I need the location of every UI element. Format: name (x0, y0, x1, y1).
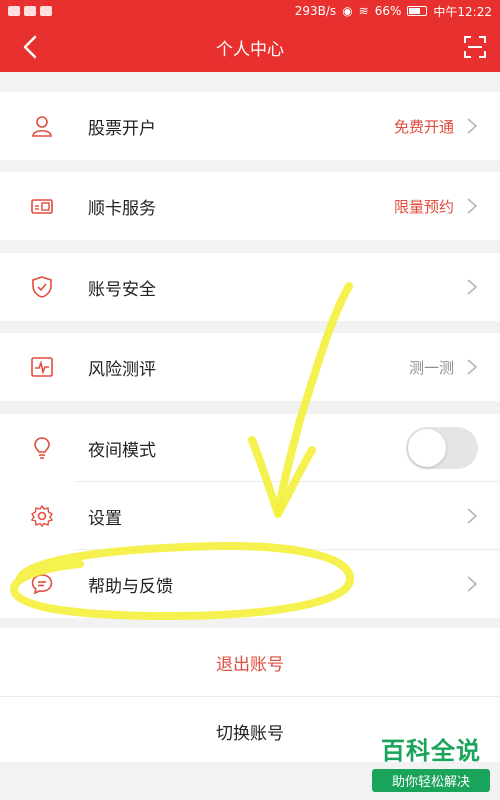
watermark-logo: 百科全说 助你轻松解决 (372, 737, 490, 792)
status-notifications (8, 6, 52, 16)
chevron-right-icon (467, 359, 478, 375)
menu-value: 限量预约 (393, 197, 454, 216)
menu-item-night-mode: 夜间模式 (0, 414, 500, 482)
user-icon (30, 114, 54, 138)
eye-icon: ◉ (342, 4, 353, 18)
watermark-subtitle: 助你轻松解决 (372, 769, 490, 792)
app-icon (24, 6, 36, 16)
scan-icon[interactable] (464, 36, 486, 58)
network-speed: 293B/s (294, 4, 337, 18)
preferences-group: 夜间模式 设置 帮助与反馈 (0, 414, 500, 618)
menu-item-stock-account[interactable]: 股票开户 免费开通 (0, 92, 500, 160)
card-icon (30, 194, 54, 218)
menu-value: 测一测 (408, 358, 454, 377)
menu-item-card-service[interactable]: 顺卡服务 限量预约 (0, 172, 500, 240)
status-indicators: 293B/s ◉ ≋ 66% 中午12:22 (295, 3, 492, 20)
night-mode-toggle[interactable] (406, 427, 478, 469)
chevron-right-icon (467, 279, 478, 295)
wifi-icon: ≋ (358, 4, 369, 18)
menu-label: 设置 (88, 508, 122, 529)
menu-item-account-security[interactable]: 账号安全 (0, 253, 500, 321)
nav-bar: 个人中心 (0, 22, 500, 72)
logout-button[interactable]: 退出账号 (0, 628, 500, 696)
clock: 中午12:22 (433, 4, 492, 19)
chevron-right-icon (467, 508, 478, 524)
chat-bubble-icon (30, 572, 54, 596)
stock-account-group: 股票开户 免费开通 (0, 92, 500, 160)
menu-item-settings[interactable]: 设置 (0, 482, 500, 550)
menu-label: 股票开户 (88, 118, 156, 139)
lightbulb-icon (30, 436, 54, 460)
menu-item-help-feedback[interactable]: 帮助与反馈 (0, 550, 500, 618)
chevron-right-icon (467, 198, 478, 214)
back-arrow-icon[interactable] (18, 34, 44, 60)
toggle-knob (408, 429, 446, 467)
menu-label: 帮助与反馈 (88, 576, 173, 597)
risk-assessment-group: 风险测评 测一测 (0, 333, 500, 401)
watermark-title: 百科全说 (381, 737, 481, 765)
battery-icon (407, 6, 428, 16)
battery-percent: 66% (374, 4, 402, 18)
card-service-group: 顺卡服务 限量预约 (0, 172, 500, 240)
shield-icon (30, 275, 54, 299)
menu-label: 顺卡服务 (88, 198, 156, 219)
menu-label: 风险测评 (88, 359, 156, 380)
notification-icon (8, 6, 20, 16)
chevron-right-icon (467, 576, 478, 592)
account-security-group: 账号安全 (0, 253, 500, 321)
pulse-chart-icon (30, 355, 54, 379)
menu-value: 免费开通 (393, 117, 454, 136)
menu-label: 账号安全 (88, 279, 156, 300)
gear-icon (30, 504, 54, 528)
menu-label: 夜间模式 (88, 440, 156, 461)
cloud-icon (40, 6, 52, 16)
page-title: 个人中心 (216, 39, 284, 60)
menu-item-risk-assessment[interactable]: 风险测评 测一测 (0, 333, 500, 401)
chevron-right-icon (467, 118, 478, 134)
status-bar: 293B/s ◉ ≋ 66% 中午12:22 (0, 0, 500, 22)
